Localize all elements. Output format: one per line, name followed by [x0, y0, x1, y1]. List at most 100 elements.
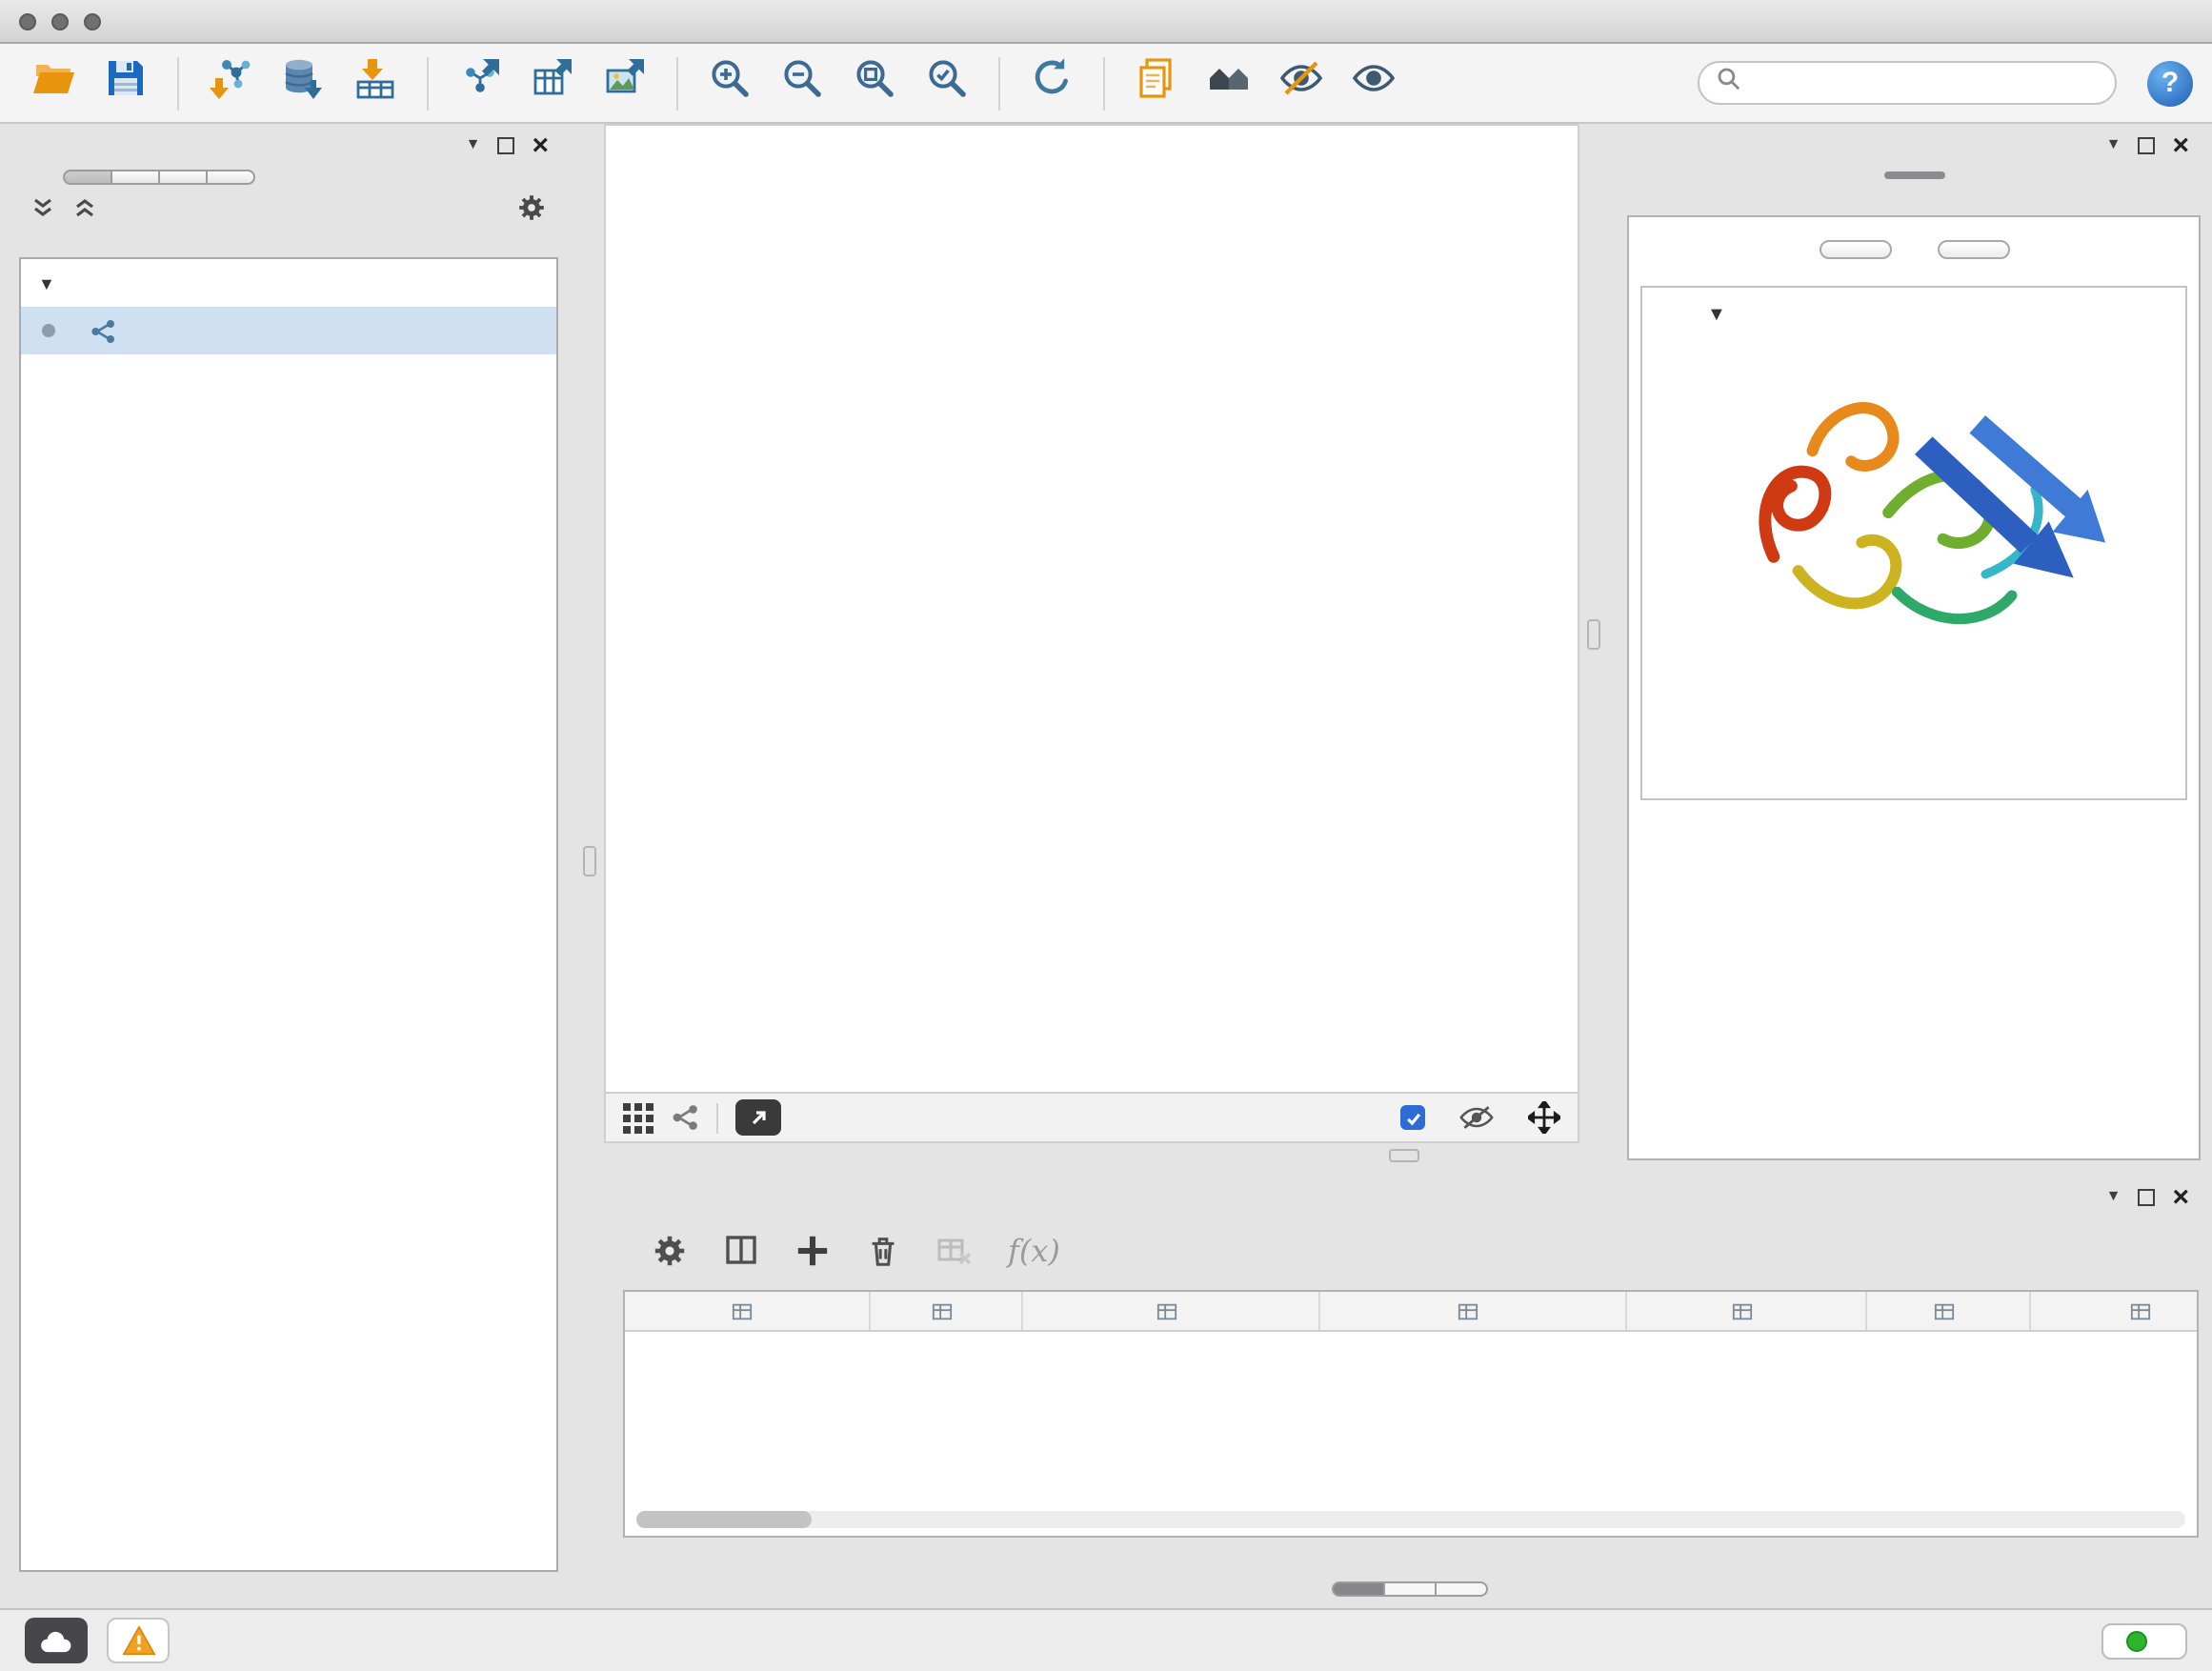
first-neighbors-button[interactable] [1195, 52, 1263, 113]
column-header-id[interactable] [1867, 1292, 2031, 1330]
tab-network[interactable] [63, 170, 112, 185]
cell-id[interactable] [1867, 1332, 2031, 1372]
scrollbar-thumb[interactable] [636, 1511, 812, 1528]
zoom-selected-button[interactable] [913, 52, 981, 113]
birds-eye-view-icon[interactable] [623, 1102, 654, 1133]
cell-namespace[interactable] [2031, 1332, 2199, 1372]
window-controls [19, 13, 101, 30]
memory-button[interactable] [2101, 1622, 2187, 1659]
toolbar-separator [177, 56, 179, 110]
refresh-button[interactable] [1017, 52, 1086, 113]
control-panel-tabs [11, 166, 566, 185]
table-settings-gear-icon[interactable] [652, 1232, 688, 1268]
network-row-selected[interactable] [21, 307, 556, 354]
panel-float-icon[interactable] [497, 136, 514, 153]
cell-canonical-name[interactable] [1023, 1332, 1320, 1372]
right-splitter-handle[interactable] [1587, 619, 1600, 650]
import-network-file-button[interactable] [196, 52, 265, 113]
panel-menu-icon[interactable]: ▼ [2106, 1189, 2122, 1204]
tab-node-table[interactable] [1332, 1581, 1385, 1597]
expand-all-button[interactable] [1819, 240, 1891, 259]
view-share-icon[interactable] [671, 1103, 699, 1132]
network-collection-row[interactable]: ▼ [21, 259, 556, 307]
bottom-splitter-handle[interactable] [1389, 1149, 1419, 1162]
function-builder-icon[interactable]: f(x) [1008, 1232, 1060, 1268]
toolbar-separator [998, 56, 1000, 110]
left-splitter-handle[interactable] [583, 846, 596, 876]
tab-select[interactable] [158, 170, 208, 185]
export-image-button[interactable] [591, 52, 659, 113]
zoom-out-button[interactable] [768, 52, 836, 113]
import-table-button[interactable] [341, 52, 410, 113]
panel-close-icon[interactable]: × [2172, 1182, 2189, 1211]
collapse-all-button[interactable] [1937, 240, 2009, 259]
search-input[interactable] [1753, 70, 2098, 96]
hidden-eye-icon[interactable] [1459, 1105, 1494, 1130]
save-session-button[interactable] [91, 52, 160, 113]
cloud-button[interactable] [25, 1618, 88, 1663]
expand-all-networks-icon[interactable] [72, 194, 97, 229]
column-header-description[interactable] [1627, 1292, 1867, 1330]
show-columns-icon[interactable] [722, 1231, 760, 1269]
eye-icon [1351, 55, 1397, 111]
network-selection-bar [11, 189, 566, 234]
refresh-icon [1029, 55, 1075, 111]
delete-column-trash-icon[interactable] [865, 1232, 901, 1268]
column-header-name[interactable] [871, 1292, 1023, 1330]
zoom-in-button[interactable] [695, 52, 764, 113]
cell-shared-name[interactable] [625, 1332, 871, 1372]
panel-float-icon[interactable] [2138, 1188, 2155, 1205]
network-graph[interactable] [606, 126, 1578, 1092]
close-window-button[interactable] [19, 13, 36, 30]
string-results-content: ▼ [1627, 215, 2201, 1160]
horizontal-scrollbar[interactable] [636, 1511, 2185, 1528]
eye-slash-icon [1278, 55, 1324, 111]
cell-description[interactable] [1627, 1332, 1867, 1372]
column-header-database-identifier[interactable] [1320, 1292, 1627, 1330]
import-network-database-button[interactable] [269, 52, 337, 113]
maximize-window-button[interactable] [84, 13, 101, 30]
collapse-all-networks-icon[interactable] [30, 194, 55, 229]
open-session-button[interactable] [19, 52, 88, 113]
cell-name[interactable] [871, 1332, 1023, 1372]
export-network-button[interactable] [446, 52, 514, 113]
panel-close-icon[interactable]: × [2172, 131, 2189, 159]
table-row[interactable] [625, 1332, 2197, 1372]
cell-database-identifier[interactable] [1320, 1332, 1627, 1372]
network-share-icon [90, 317, 116, 344]
crosslink-row [1642, 764, 2185, 775]
panel-menu-icon[interactable]: ▼ [466, 137, 481, 152]
column-header-shared-name[interactable] [625, 1292, 871, 1330]
hide-selected-button[interactable] [1267, 52, 1336, 113]
selected-checkbox-icon[interactable] [1400, 1105, 1425, 1130]
copy-button[interactable] [1122, 52, 1191, 113]
network-status-dot [42, 324, 55, 337]
save-icon [103, 55, 149, 111]
panel-float-icon[interactable] [2138, 136, 2155, 153]
move-crosshair-icon[interactable] [1528, 1101, 1560, 1134]
add-column-icon[interactable] [794, 1232, 831, 1268]
search-icon [1717, 66, 1741, 100]
network-canvas[interactable] [604, 124, 1579, 1094]
panel-close-icon[interactable]: × [532, 131, 549, 159]
export-table-button[interactable] [518, 52, 587, 113]
tree-expand-icon[interactable]: ▼ [38, 273, 55, 292]
help-button[interactable]: ? [2147, 60, 2193, 106]
tab-edge-table[interactable] [1383, 1581, 1437, 1597]
tab-style[interactable] [111, 170, 160, 185]
tab-sets[interactable] [206, 170, 255, 185]
section-collapse-icon[interactable]: ▼ [1707, 305, 1726, 326]
column-header-namespace[interactable] [2031, 1292, 2199, 1330]
panel-menu-icon[interactable]: ▼ [2106, 137, 2122, 152]
zoom-fit-button[interactable] [840, 52, 909, 113]
tab-network-table[interactable] [1435, 1581, 1488, 1597]
tab-string-results[interactable] [1883, 171, 1944, 179]
warnings-button[interactable] [107, 1618, 170, 1663]
export-view-button[interactable] [735, 1099, 781, 1136]
show-all-button[interactable] [1339, 52, 1408, 113]
gear-icon[interactable] [516, 191, 547, 232]
table-tabs [615, 1581, 2206, 1597]
minimize-window-button[interactable] [51, 13, 69, 30]
column-header-canonical-name[interactable] [1023, 1292, 1320, 1330]
export-network-icon [457, 55, 503, 111]
